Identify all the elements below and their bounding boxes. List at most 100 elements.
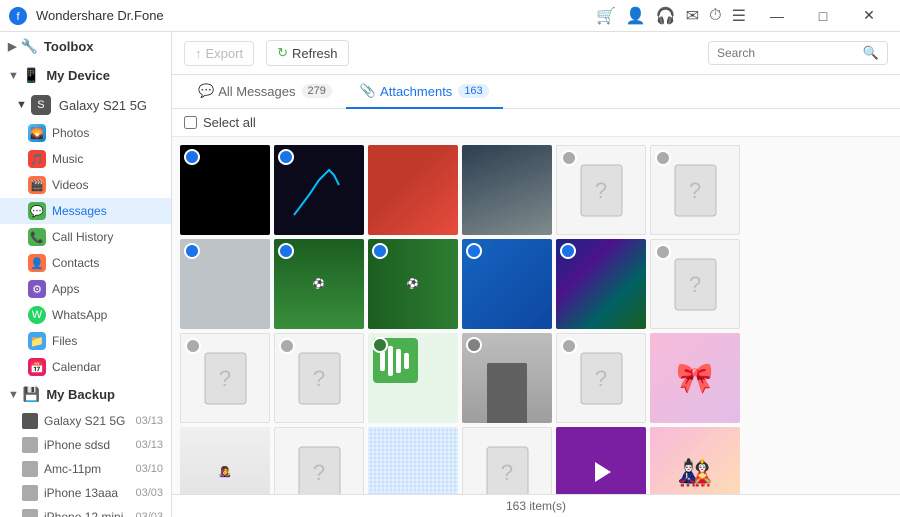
refresh-button[interactable]: ↻ Refresh <box>266 40 348 66</box>
select-all-label[interactable]: Select all <box>184 115 256 130</box>
sidebar-messages[interactable]: 💬 Messages <box>0 198 171 224</box>
sidebar-galaxy[interactable]: ▼ S Galaxy S21 5G <box>0 90 171 120</box>
backup-amc-date: 03/10 <box>135 463 163 475</box>
search-input[interactable] <box>717 46 863 60</box>
backup-iphone13[interactable]: iPhone 13aaa 03/03 <box>0 481 171 505</box>
contacts-label: Contacts <box>52 256 99 270</box>
gallery-cell-anime2[interactable]: 🎎 <box>650 427 740 494</box>
gallery-cell-audio[interactable] <box>368 333 458 423</box>
export-icon: ↑ <box>195 46 202 61</box>
cell-checkbox[interactable] <box>466 243 482 259</box>
tab-all-messages[interactable]: 💬 All Messages 279 <box>184 75 346 109</box>
export-label: Export <box>206 46 244 61</box>
sidebar-my-device[interactable]: ▼ 📱 My Device <box>0 61 171 90</box>
toolbox-arrow: ▶ <box>8 40 16 53</box>
sidebar-calendar[interactable]: 📅 Calendar <box>0 354 171 380</box>
gallery-cell-kpop[interactable]: 👩‍🎤 <box>180 427 270 494</box>
cell-checkbox[interactable] <box>278 149 294 165</box>
sidebar-apps[interactable]: ⚙ Apps <box>0 276 171 302</box>
cart-icon[interactable]: 🛒 <box>596 6 616 26</box>
gallery-cell-file[interactable]: ? <box>556 145 646 235</box>
gallery-cell[interactable] <box>462 333 552 423</box>
gallery-cell[interactable] <box>180 145 270 235</box>
gallery-cell[interactable] <box>462 145 552 235</box>
gallery-cell-file[interactable]: ? <box>180 333 270 423</box>
cell-checkbox[interactable] <box>560 243 576 259</box>
backup-iphone-sdsd[interactable]: iPhone sdsd 03/13 <box>0 433 171 457</box>
photos-icon: 🌄 <box>28 124 46 142</box>
tab-icon: 💬 <box>198 83 214 99</box>
app-logo: f <box>8 6 28 26</box>
cell-checkbox[interactable] <box>185 338 201 354</box>
gallery-cell-texture[interactable] <box>368 427 458 494</box>
gallery-row-2: ⚽ ⚽ ? <box>180 239 892 329</box>
menu-icon[interactable]: ☰ <box>732 6 746 26</box>
backup-iphone-sdsd-date: 03/13 <box>135 439 163 451</box>
cell-checkbox[interactable] <box>372 337 388 353</box>
gallery: ? ? ⚽ ⚽ <box>172 137 900 494</box>
attach-icon: 📎 <box>360 83 376 99</box>
search-box[interactable]: 🔍 <box>708 41 888 65</box>
refresh-icon: ↻ <box>277 45 288 61</box>
backup-amc[interactable]: Amc-11pm 03/10 <box>0 457 171 481</box>
win-minimize-button[interactable]: — <box>754 0 800 32</box>
sidebar-call-history[interactable]: 📞 Call History <box>0 224 171 250</box>
search-icon: 🔍 <box>863 45 879 61</box>
svg-text:?: ? <box>594 366 606 391</box>
cell-checkbox[interactable] <box>279 338 295 354</box>
backup-amc-label: Amc-11pm <box>44 462 135 476</box>
tabs: 💬 All Messages 279 📎 Attachments 163 <box>172 75 900 109</box>
cell-checkbox[interactable] <box>466 337 482 353</box>
files-label: Files <box>52 334 77 348</box>
gallery-cell-video[interactable] <box>556 427 646 494</box>
select-all-checkbox[interactable] <box>184 116 197 129</box>
sidebar-files[interactable]: 📁 Files <box>0 328 171 354</box>
sidebar-my-backup[interactable]: ▼ 💾 My Backup <box>0 380 171 409</box>
attachments-label: Attachments <box>380 84 452 99</box>
mail-icon[interactable]: ✉ <box>686 6 699 26</box>
gallery-cell-file[interactable]: ? <box>274 333 364 423</box>
gallery-cell[interactable]: ⚽ <box>274 239 364 329</box>
cell-checkbox[interactable] <box>561 150 577 166</box>
sidebar-photos[interactable]: 🌄 Photos <box>0 120 171 146</box>
tab-attachments[interactable]: 📎 Attachments 163 <box>346 75 503 109</box>
user-icon[interactable]: 👤 <box>626 6 646 26</box>
backup-galaxy[interactable]: Galaxy S21 5G 03/13 <box>0 409 171 433</box>
gallery-cell[interactable] <box>274 145 364 235</box>
my-device-label: My Device <box>46 68 110 83</box>
backup-iphone12mini[interactable]: iPhone 12 mini 03/03 <box>0 505 171 517</box>
gallery-cell[interactable] <box>462 239 552 329</box>
cell-checkbox[interactable] <box>184 149 200 165</box>
contacts-icon: 👤 <box>28 254 46 272</box>
cell-checkbox[interactable] <box>278 243 294 259</box>
gallery-cell[interactable] <box>180 239 270 329</box>
gallery-cell-file[interactable]: ? <box>556 333 646 423</box>
galaxy-icon: S <box>31 95 51 115</box>
sidebar-videos[interactable]: 🎬 Videos <box>0 172 171 198</box>
cell-checkbox[interactable] <box>655 244 671 260</box>
sidebar-whatsapp[interactable]: W WhatsApp <box>0 302 171 328</box>
gallery-cell[interactable] <box>556 239 646 329</box>
gallery-cell-file[interactable]: ? <box>462 427 552 494</box>
svg-text:?: ? <box>312 460 324 485</box>
sidebar-music[interactable]: 🎵 Music <box>0 146 171 172</box>
export-button[interactable]: ↑ Export <box>184 41 254 66</box>
cell-checkbox[interactable] <box>655 150 671 166</box>
cell-checkbox[interactable] <box>372 243 388 259</box>
cell-checkbox[interactable] <box>561 338 577 354</box>
gallery-cell-file[interactable]: ? <box>650 145 740 235</box>
backup-galaxy-label: Galaxy S21 5G <box>44 414 135 428</box>
headset-icon[interactable]: 🎧 <box>656 6 676 26</box>
gallery-cell-file[interactable]: ? <box>274 427 364 494</box>
sidebar-contacts[interactable]: 👤 Contacts <box>0 250 171 276</box>
win-close-button[interactable]: ✕ <box>846 0 892 32</box>
cell-checkbox[interactable] <box>184 243 200 259</box>
all-messages-count: 279 <box>302 84 332 98</box>
sidebar-toolbox[interactable]: ▶ 🔧 Toolbox <box>0 32 171 61</box>
gallery-cell-file[interactable]: ? <box>650 239 740 329</box>
gallery-cell-anime[interactable]: 🎀 <box>650 333 740 423</box>
win-maximize-button[interactable]: □ <box>800 0 846 32</box>
history-icon[interactable]: ⏱ <box>709 7 721 25</box>
gallery-cell[interactable]: ⚽ <box>368 239 458 329</box>
gallery-cell[interactable] <box>368 145 458 235</box>
